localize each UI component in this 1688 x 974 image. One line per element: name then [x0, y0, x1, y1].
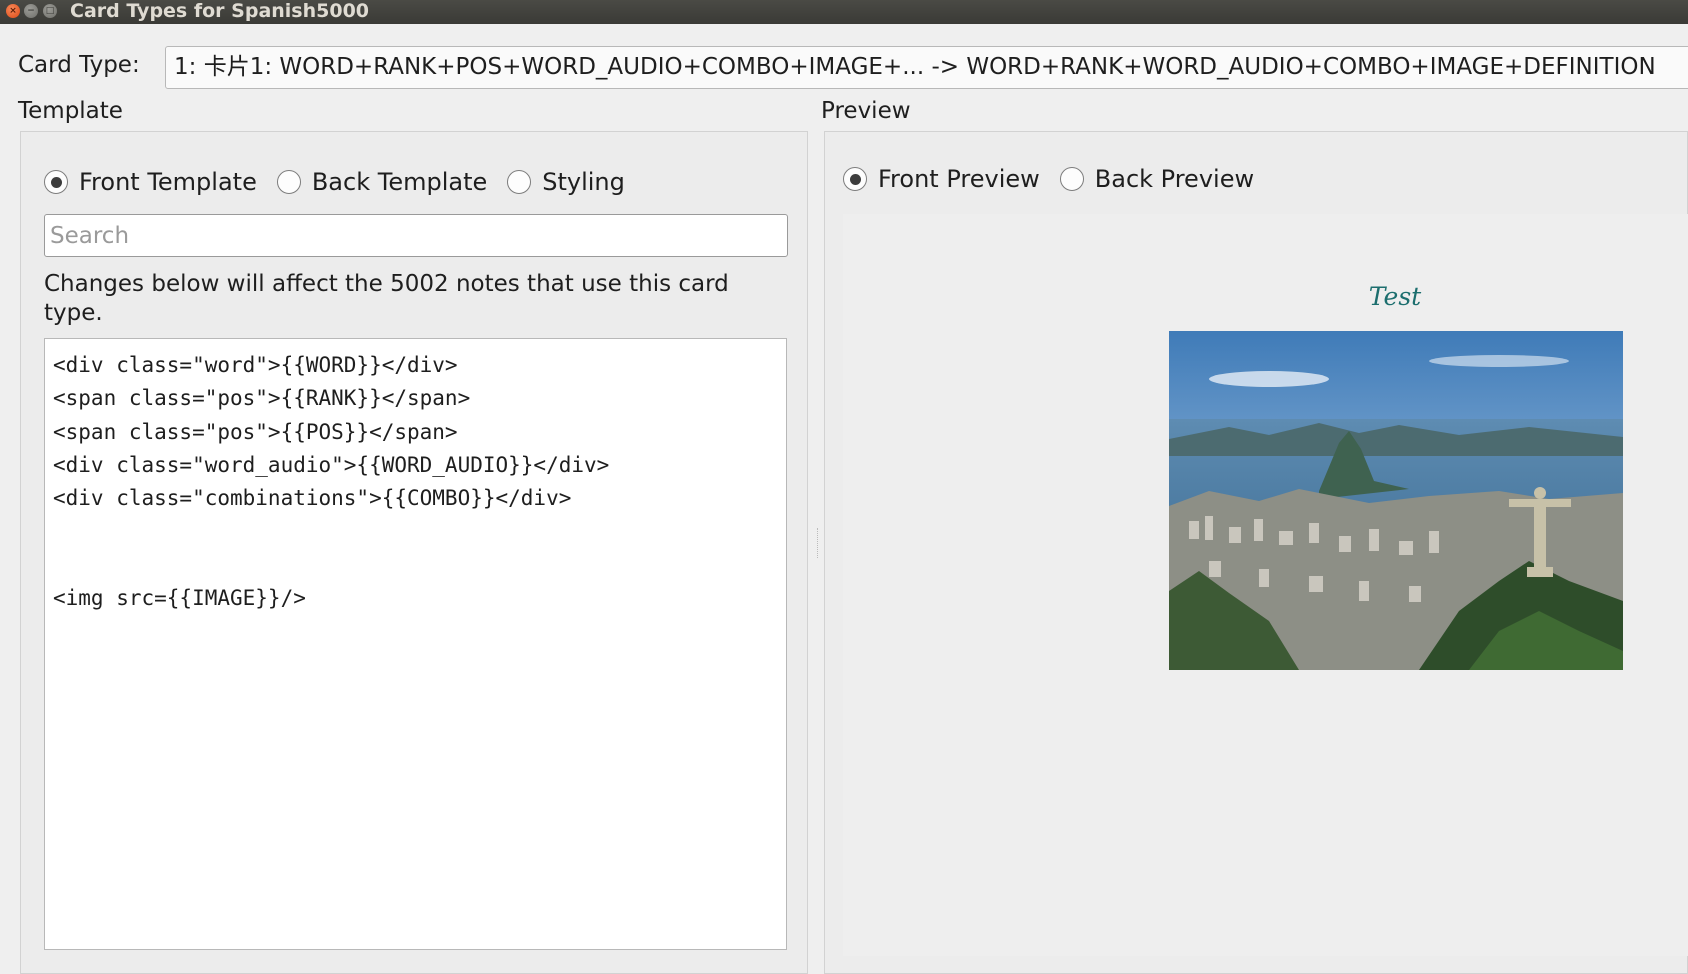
minimize-window-icon[interactable]: −: [24, 4, 38, 18]
radio-label: Back Preview: [1094, 165, 1255, 193]
radio-label: Back Template: [311, 168, 488, 196]
template-code-editor[interactable]: <div class="word">{{WORD}}</div> <span c…: [44, 338, 787, 950]
maximize-window-icon[interactable]: □: [43, 4, 57, 18]
window-titlebar: × − □ Card Types for Spanish5000: [0, 0, 1688, 24]
window-title: Card Types for Spanish5000: [70, 0, 370, 22]
preview-card-title: Test: [1368, 282, 1422, 311]
front-template-radio[interactable]: Front Template: [44, 168, 257, 196]
card-type-dropdown[interactable]: 1: 卡片1: WORD+RANK+POS+WORD_AUDIO+COMBO+I…: [165, 46, 1688, 89]
close-window-icon[interactable]: ×: [6, 4, 20, 18]
radio-label: Front Template: [79, 168, 257, 196]
template-section-label: Template: [18, 98, 123, 124]
radio-label: Styling: [542, 168, 625, 196]
notes-affected-notice: Changes below will affect the 5002 notes…: [44, 271, 729, 326]
pane-splitter-handle[interactable]: [817, 528, 820, 558]
search-input[interactable]: [44, 214, 788, 257]
radio-checked-icon[interactable]: [843, 167, 867, 191]
styling-radio[interactable]: Styling: [507, 168, 625, 196]
back-template-radio[interactable]: Back Template: [276, 168, 488, 196]
card-type-label: Card Type:: [18, 52, 140, 78]
radio-checked-icon[interactable]: [44, 170, 68, 194]
radio-unchecked-icon[interactable]: [1059, 167, 1084, 191]
preview-section-label: Preview: [821, 98, 911, 124]
preview-card-image: [1169, 331, 1623, 670]
radio-label: Front Preview: [878, 165, 1040, 193]
radio-unchecked-icon[interactable]: [507, 170, 532, 194]
radio-unchecked-icon[interactable]: [276, 170, 301, 194]
template-mode-radios: Front Template Back Template Styling: [44, 168, 645, 196]
preview-mode-radios: Front Preview Back Preview: [843, 165, 1274, 193]
card-type-selected-value: 1: 卡片1: WORD+RANK+POS+WORD_AUDIO+COMBO+I…: [174, 54, 1656, 80]
back-preview-radio[interactable]: Back Preview: [1059, 165, 1255, 193]
front-preview-radio[interactable]: Front Preview: [843, 165, 1040, 193]
